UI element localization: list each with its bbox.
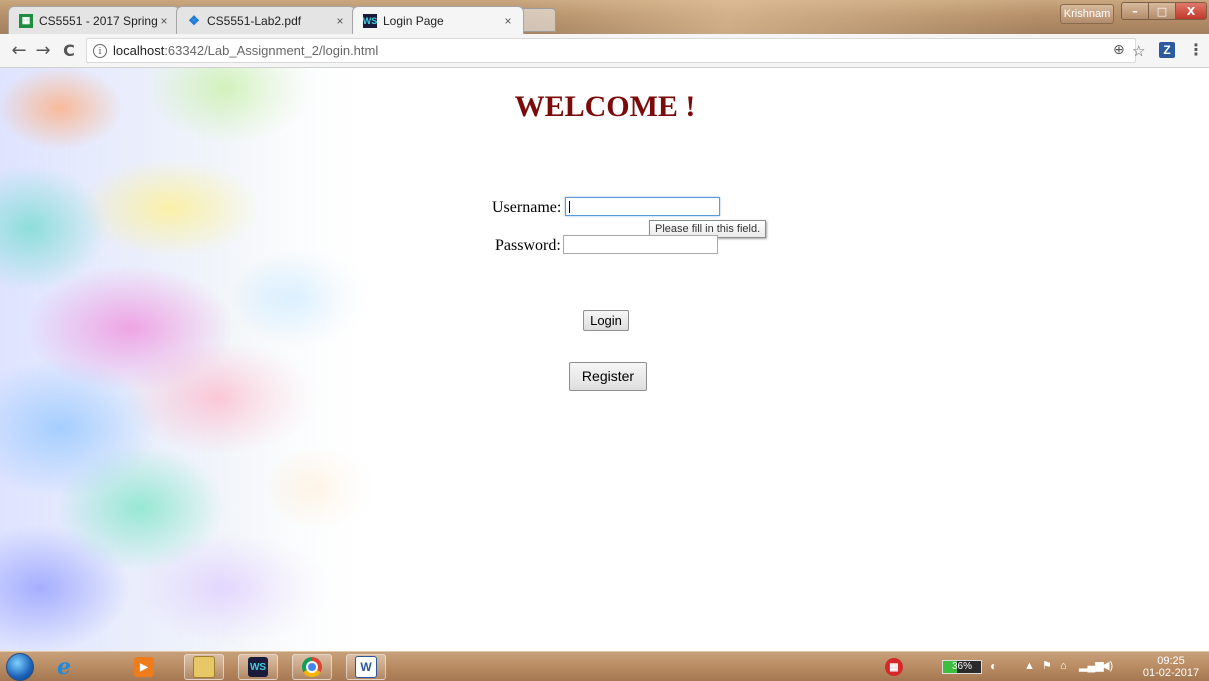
action-center-flag-icon[interactable]: ⚑ xyxy=(1042,660,1052,672)
dropbox-favicon-icon: ❖ xyxy=(188,12,200,28)
webstorm-favicon-icon: WS xyxy=(362,13,378,28)
password-input[interactable] xyxy=(563,235,718,254)
volume-icon[interactable]: ◀) xyxy=(1101,660,1113,672)
browser-title-bar: ▦ CS5551 - 2017 Spring - ( × ❖ CS5551-La… xyxy=(0,0,1209,34)
webstorm-icon: WS xyxy=(248,657,268,677)
clock[interactable]: 09:25 01-02-2017 xyxy=(1142,655,1200,679)
tab-close-icon[interactable]: × xyxy=(501,14,515,28)
taskbar-media-player[interactable]: ▶ xyxy=(124,654,164,680)
window-frame-texture xyxy=(520,0,1040,34)
zoom-icon[interactable]: ⊕ xyxy=(1113,42,1125,58)
register-button[interactable]: Register xyxy=(569,362,647,391)
sheets-favicon-icon: ▦ xyxy=(19,13,33,28)
network-icon[interactable]: ⌂ xyxy=(1060,660,1067,672)
tray-app-red[interactable]: ▦ xyxy=(880,654,908,680)
show-hidden-icons-icon[interactable]: ▲ xyxy=(1024,660,1035,672)
taskbar-webstorm[interactable]: WS xyxy=(238,654,278,680)
bookmark-star-icon[interactable]: ☆ xyxy=(1132,42,1145,60)
username-label: Username: xyxy=(492,199,562,216)
chrome-icon xyxy=(302,657,322,677)
close-window-button[interactable]: X xyxy=(1175,2,1207,20)
profile-badge[interactable]: Krishnam xyxy=(1060,4,1114,24)
password-label: Password: xyxy=(495,237,561,254)
internet-explorer-icon: e xyxy=(57,654,71,680)
text-caret xyxy=(569,201,570,213)
signal-icon[interactable]: ▂▄▆ xyxy=(1079,660,1104,672)
maximize-button[interactable]: □ xyxy=(1148,2,1176,20)
clock-date: 01-02-2017 xyxy=(1142,667,1200,679)
taskbar-word[interactable]: W xyxy=(346,654,386,680)
url-path: :63342/Lab_Assignment_2/login.html xyxy=(164,43,379,58)
tab-title: CS5551 - 2017 Spring - ( xyxy=(39,13,157,28)
marble-background-image xyxy=(0,68,400,651)
plug-icon[interactable]: ◐ xyxy=(990,660,997,672)
tab-title: CS5551-Lab2.pdf xyxy=(207,13,302,28)
windows-taskbar: e ▶ WS W ▦ 36% ◐ ▲ ⚑ ⌂ ▂▄▆ ◀) 09:25 01-0… xyxy=(0,651,1209,681)
page-heading: WELCOME ! xyxy=(514,90,696,123)
tab-lab2-pdf[interactable]: ❖ CS5551-Lab2.pdf × xyxy=(176,6,356,34)
taskbar-ie[interactable]: e xyxy=(44,654,84,680)
tab-close-icon[interactable]: × xyxy=(333,14,347,28)
tab-title: Login Page xyxy=(383,13,444,28)
forward-arrow-icon[interactable]: → xyxy=(32,40,54,62)
battery-percent: 36% xyxy=(951,661,972,672)
minimize-button[interactable]: – xyxy=(1121,2,1149,20)
tab-cs5551-spring[interactable]: ▦ CS5551 - 2017 Spring - ( × xyxy=(8,6,180,34)
page-content: WELCOME ! Username: Please fill in this … xyxy=(0,68,1209,651)
taskbar-explorer[interactable] xyxy=(184,654,224,680)
new-tab-button[interactable] xyxy=(520,8,556,32)
login-button[interactable]: Login xyxy=(583,310,629,331)
tab-login-page[interactable]: WS Login Page × xyxy=(352,6,524,34)
site-info-icon[interactable]: i xyxy=(93,43,107,58)
browser-toolbar: ← → C i localhost:63342/Lab_Assignment_2… xyxy=(0,34,1209,68)
word-icon: W xyxy=(355,656,377,678)
start-button[interactable] xyxy=(6,653,34,681)
clock-time: 09:25 xyxy=(1157,655,1185,667)
chrome-center-icon xyxy=(306,661,318,673)
media-player-icon: ▶ xyxy=(134,657,154,677)
tab-close-icon[interactable]: × xyxy=(157,14,171,28)
username-input[interactable] xyxy=(565,197,720,216)
url-host: localhost xyxy=(113,43,165,58)
extension-icon[interactable]: Z xyxy=(1159,42,1175,58)
office-tray-icon: ▦ xyxy=(885,658,903,676)
reload-icon[interactable]: C xyxy=(58,40,80,62)
browser-menu-icon[interactable]: ⋮ xyxy=(1188,40,1204,59)
address-bar[interactable]: i localhost:63342/Lab_Assignment_2/login… xyxy=(86,38,1136,63)
folder-icon xyxy=(193,656,215,678)
back-arrow-icon[interactable]: ← xyxy=(8,40,30,62)
battery-indicator[interactable]: 36% xyxy=(942,660,982,674)
taskbar-chrome[interactable] xyxy=(292,654,332,680)
